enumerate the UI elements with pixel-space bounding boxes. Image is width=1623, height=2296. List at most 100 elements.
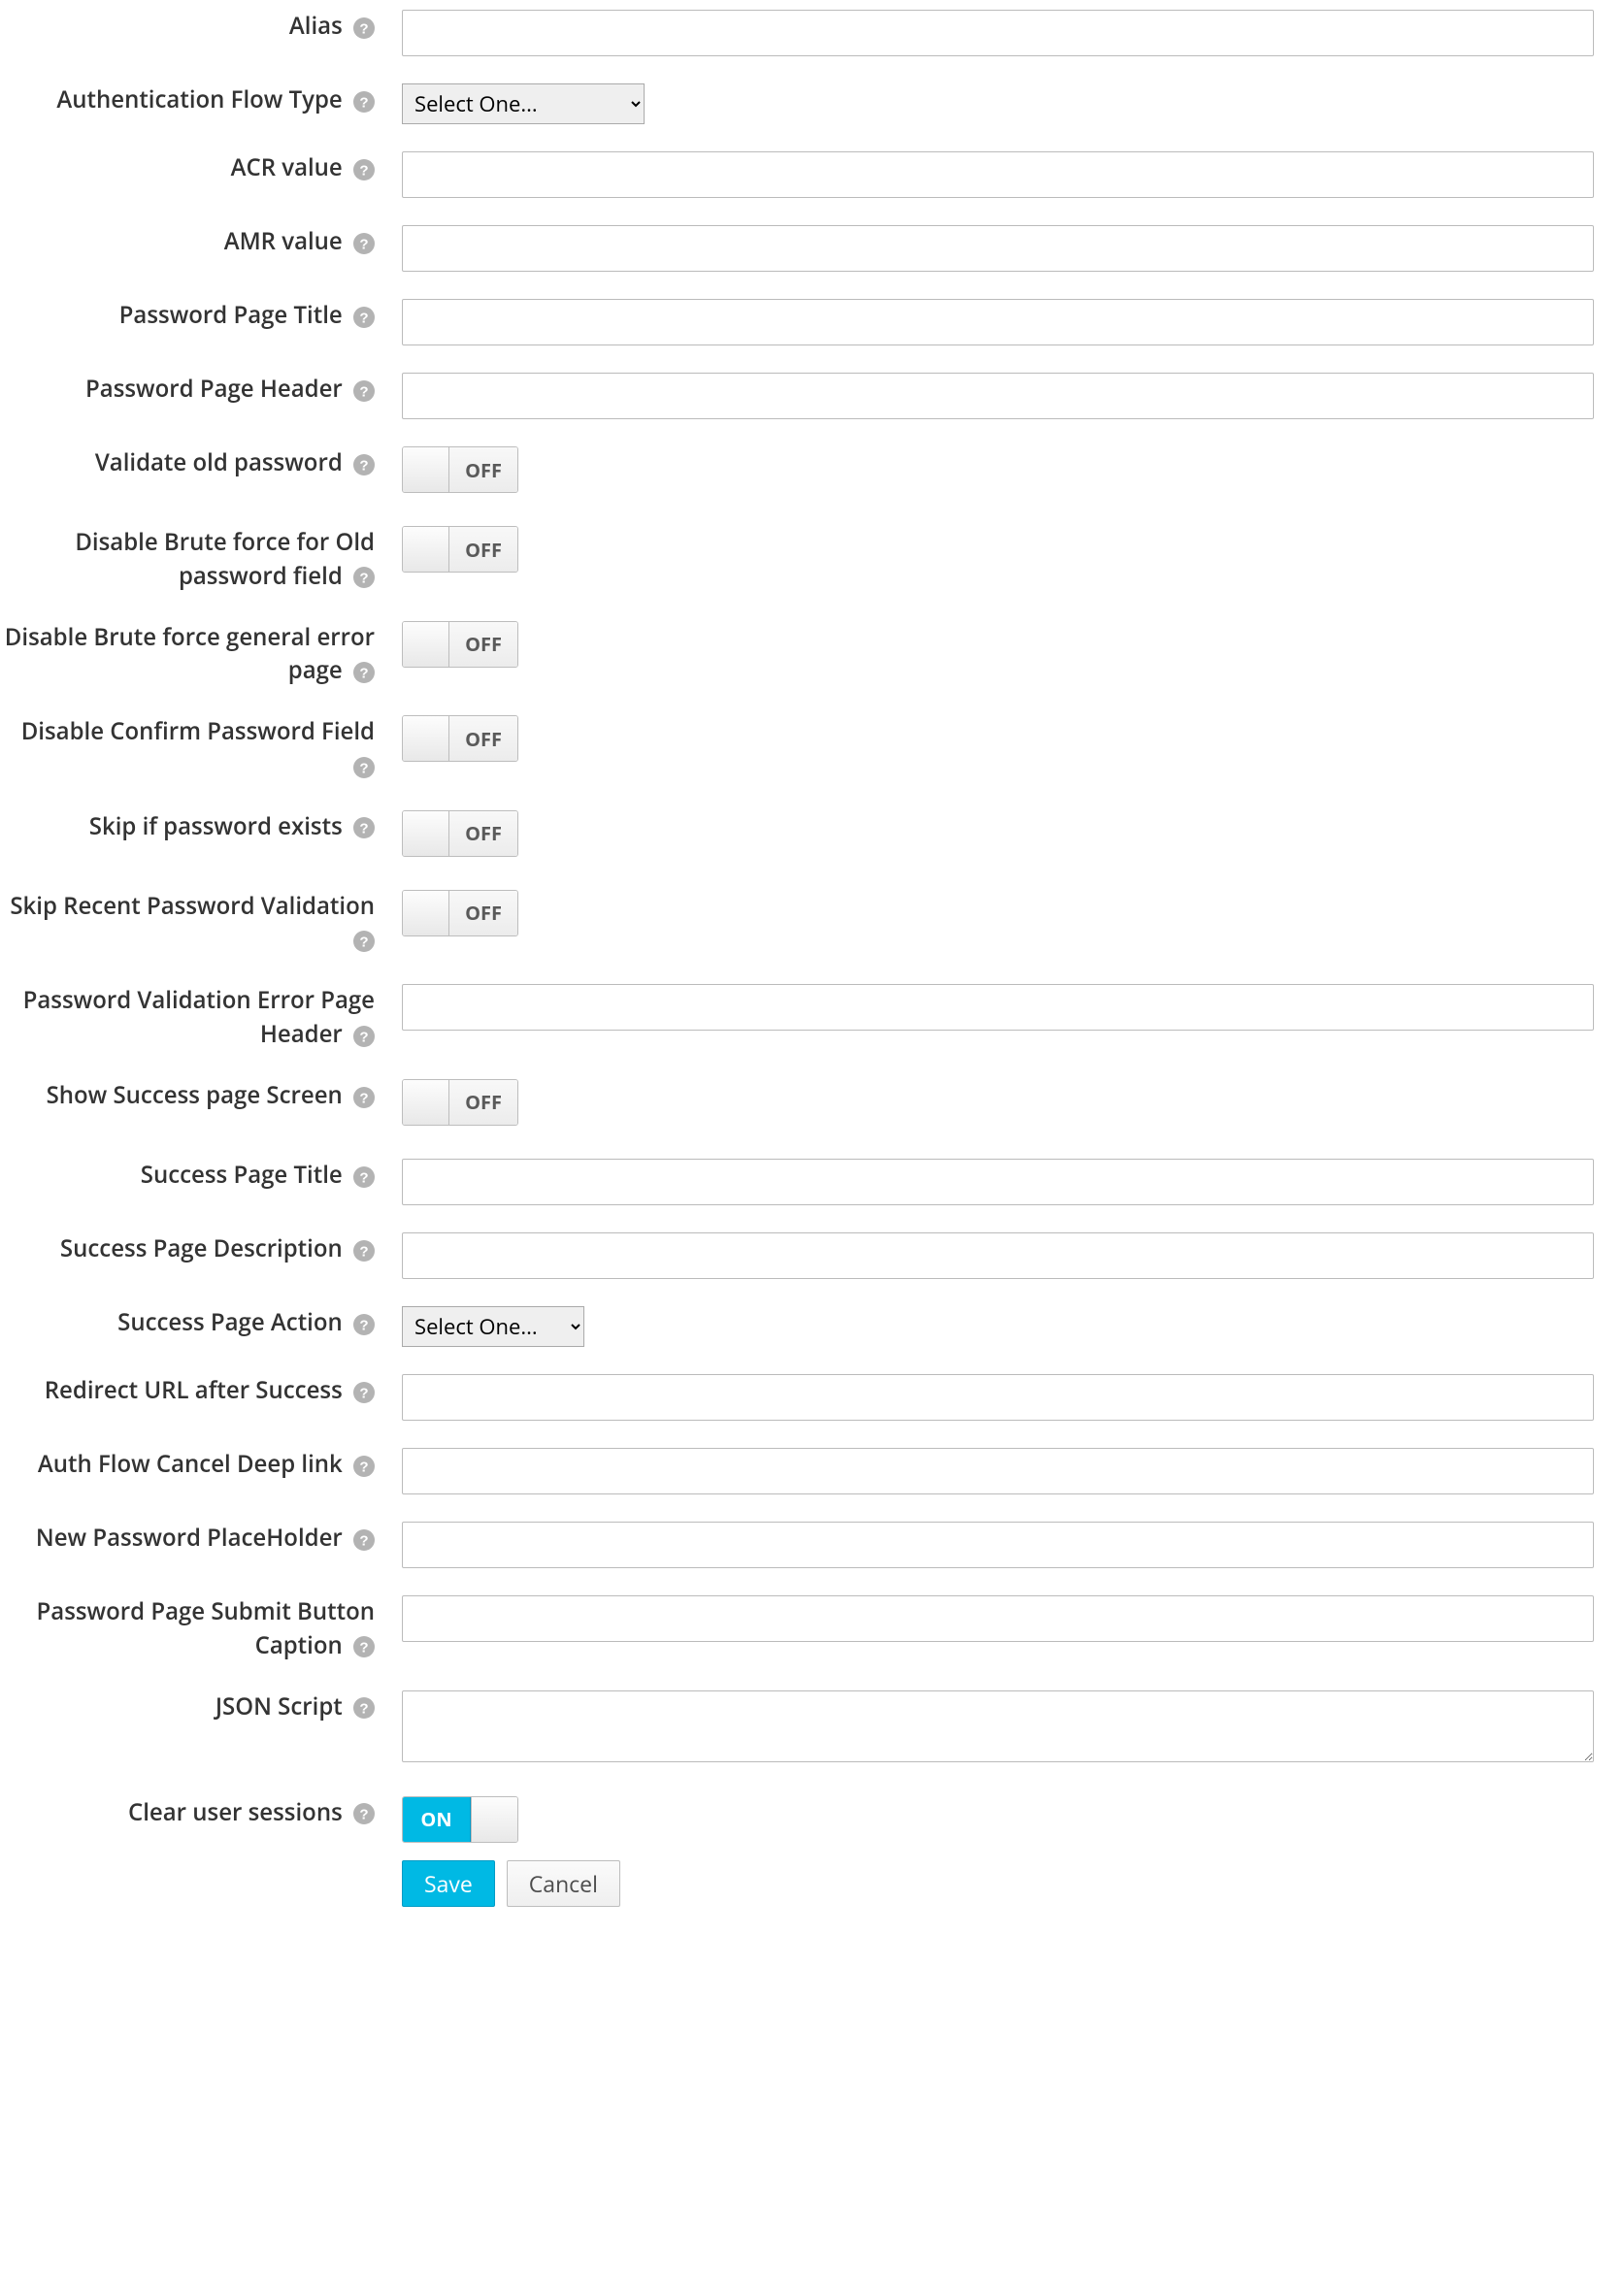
- svg-text:?: ?: [359, 760, 368, 776]
- help-icon[interactable]: ?: [353, 159, 375, 180]
- auth-flow-type-select[interactable]: Select One...: [402, 83, 645, 124]
- validate-old-password-toggle[interactable]: OFF: [402, 446, 518, 493]
- password-page-submit-caption-input[interactable]: [402, 1595, 1594, 1642]
- svg-text:?: ?: [359, 935, 368, 951]
- toggle-state: OFF: [449, 891, 517, 935]
- help-icon[interactable]: ?: [353, 1026, 375, 1047]
- help-icon[interactable]: ?: [353, 757, 375, 778]
- help-icon[interactable]: ?: [353, 1456, 375, 1477]
- svg-text:?: ?: [359, 1701, 368, 1718]
- redirect-url-after-success-input[interactable]: [402, 1374, 1594, 1421]
- help-icon[interactable]: ?: [353, 233, 375, 254]
- help-icon[interactable]: ?: [353, 1087, 375, 1108]
- help-icon[interactable]: ?: [353, 307, 375, 328]
- label-validate-old-password: Validate old password ?: [0, 446, 402, 480]
- toggle-state: OFF: [449, 527, 517, 572]
- amr-value-input[interactable]: [402, 225, 1594, 272]
- success-page-title-input[interactable]: [402, 1159, 1594, 1205]
- row-auth-flow-cancel-deeplink: Auth Flow Cancel Deep link ?: [0, 1438, 1623, 1504]
- help-icon[interactable]: ?: [353, 17, 375, 39]
- toggle-state: OFF: [449, 811, 517, 856]
- success-page-description-input[interactable]: [402, 1232, 1594, 1279]
- label-password-page-header-text: Password Page Header: [85, 373, 343, 405]
- help-icon[interactable]: ?: [353, 931, 375, 952]
- label-success-page-title-text: Success Page Title: [141, 1159, 343, 1191]
- help-icon[interactable]: ?: [353, 1803, 375, 1824]
- toggle-state: ON: [403, 1797, 471, 1842]
- success-page-action-select[interactable]: Select One...: [402, 1306, 584, 1347]
- svg-text:?: ?: [359, 20, 368, 37]
- row-new-password-placeholder: New Password PlaceHolder ?: [0, 1512, 1623, 1578]
- password-validation-error-header-input[interactable]: [402, 984, 1594, 1031]
- help-icon[interactable]: ?: [353, 1240, 375, 1262]
- label-alias: Alias ?: [0, 10, 402, 44]
- disable-bruteforce-old-toggle[interactable]: OFF: [402, 526, 518, 573]
- row-password-page-header: Password Page Header ?: [0, 363, 1623, 429]
- save-button[interactable]: Save: [402, 1860, 495, 1907]
- row-validate-old-password: Validate old password ? OFF: [0, 437, 1623, 508]
- help-icon[interactable]: ?: [353, 662, 375, 683]
- label-success-page-action-text: Success Page Action: [117, 1306, 343, 1338]
- auth-flow-cancel-deeplink-input[interactable]: [402, 1448, 1594, 1494]
- label-password-page-submit-caption: Password Page Submit Button Caption ?: [0, 1595, 402, 1663]
- help-icon[interactable]: ?: [353, 567, 375, 588]
- row-redirect-url-after-success: Redirect URL after Success ?: [0, 1364, 1623, 1430]
- svg-text:?: ?: [359, 665, 368, 681]
- help-icon[interactable]: ?: [353, 1314, 375, 1335]
- label-validate-old-password-text: Validate old password: [95, 446, 343, 478]
- label-disable-bruteforce-general-text: Disable Brute force general error page: [5, 621, 375, 687]
- toggle-handle: [403, 622, 449, 667]
- toggle-handle: [403, 891, 449, 935]
- help-icon[interactable]: ?: [353, 91, 375, 113]
- label-show-success-page-screen-text: Show Success page Screen: [47, 1079, 343, 1111]
- row-password-validation-error-header: Password Validation Error Page Header ?: [0, 974, 1623, 1062]
- row-password-page-submit-caption: Password Page Submit Button Caption ?: [0, 1586, 1623, 1673]
- svg-text:?: ?: [359, 1090, 368, 1106]
- help-icon[interactable]: ?: [353, 1529, 375, 1551]
- toggle-handle: [403, 527, 449, 572]
- skip-if-password-exists-toggle[interactable]: OFF: [402, 810, 518, 857]
- label-password-page-submit-caption-text: Password Page Submit Button Caption: [37, 1595, 375, 1661]
- help-icon[interactable]: ?: [353, 1636, 375, 1657]
- label-show-success-page-screen: Show Success page Screen ?: [0, 1079, 402, 1113]
- row-skip-recent-password-validation: Skip Recent Password Validation ? OFF: [0, 880, 1623, 968]
- row-acr-value: ACR value ?: [0, 142, 1623, 208]
- cancel-button[interactable]: Cancel: [507, 1860, 620, 1907]
- label-redirect-url-after-success-text: Redirect URL after Success: [45, 1374, 343, 1406]
- new-password-placeholder-input[interactable]: [402, 1522, 1594, 1568]
- svg-text:?: ?: [359, 1317, 368, 1333]
- password-page-title-input[interactable]: [402, 299, 1594, 345]
- clear-user-sessions-toggle[interactable]: ON: [402, 1796, 518, 1843]
- disable-bruteforce-general-toggle[interactable]: OFF: [402, 621, 518, 668]
- label-auth-flow-type: Authentication Flow Type ?: [0, 83, 402, 117]
- label-success-page-title: Success Page Title ?: [0, 1159, 402, 1193]
- help-icon[interactable]: ?: [353, 454, 375, 476]
- label-new-password-placeholder-text: New Password PlaceHolder: [36, 1522, 343, 1554]
- help-icon[interactable]: ?: [353, 817, 375, 838]
- svg-text:?: ?: [359, 1807, 368, 1823]
- label-redirect-url-after-success: Redirect URL after Success ?: [0, 1374, 402, 1408]
- skip-recent-password-validation-toggle[interactable]: OFF: [402, 890, 518, 936]
- show-success-page-screen-toggle[interactable]: OFF: [402, 1079, 518, 1126]
- acr-value-input[interactable]: [402, 151, 1594, 198]
- svg-text:?: ?: [359, 457, 368, 474]
- help-icon[interactable]: ?: [353, 380, 375, 402]
- help-icon[interactable]: ?: [353, 1697, 375, 1719]
- json-script-textarea[interactable]: [402, 1690, 1594, 1762]
- password-page-header-input[interactable]: [402, 373, 1594, 419]
- label-password-page-header: Password Page Header ?: [0, 373, 402, 407]
- label-alias-text: Alias: [289, 10, 343, 42]
- label-acr-value-text: ACR value: [231, 151, 343, 183]
- help-icon[interactable]: ?: [353, 1166, 375, 1188]
- svg-text:?: ?: [359, 821, 368, 837]
- help-icon[interactable]: ?: [353, 1382, 375, 1403]
- alias-input[interactable]: [402, 10, 1594, 56]
- toggle-handle: [403, 447, 449, 492]
- label-password-validation-error-header-text: Password Validation Error Page Header: [23, 984, 375, 1050]
- row-success-page-title: Success Page Title ?: [0, 1149, 1623, 1215]
- label-password-page-title: Password Page Title ?: [0, 299, 402, 333]
- label-disable-confirm-password-text: Disable Confirm Password Field: [21, 715, 375, 747]
- toggle-state: OFF: [449, 716, 517, 761]
- row-auth-flow-type: Authentication Flow Type ? Select One...: [0, 74, 1623, 134]
- disable-confirm-password-toggle[interactable]: OFF: [402, 715, 518, 762]
